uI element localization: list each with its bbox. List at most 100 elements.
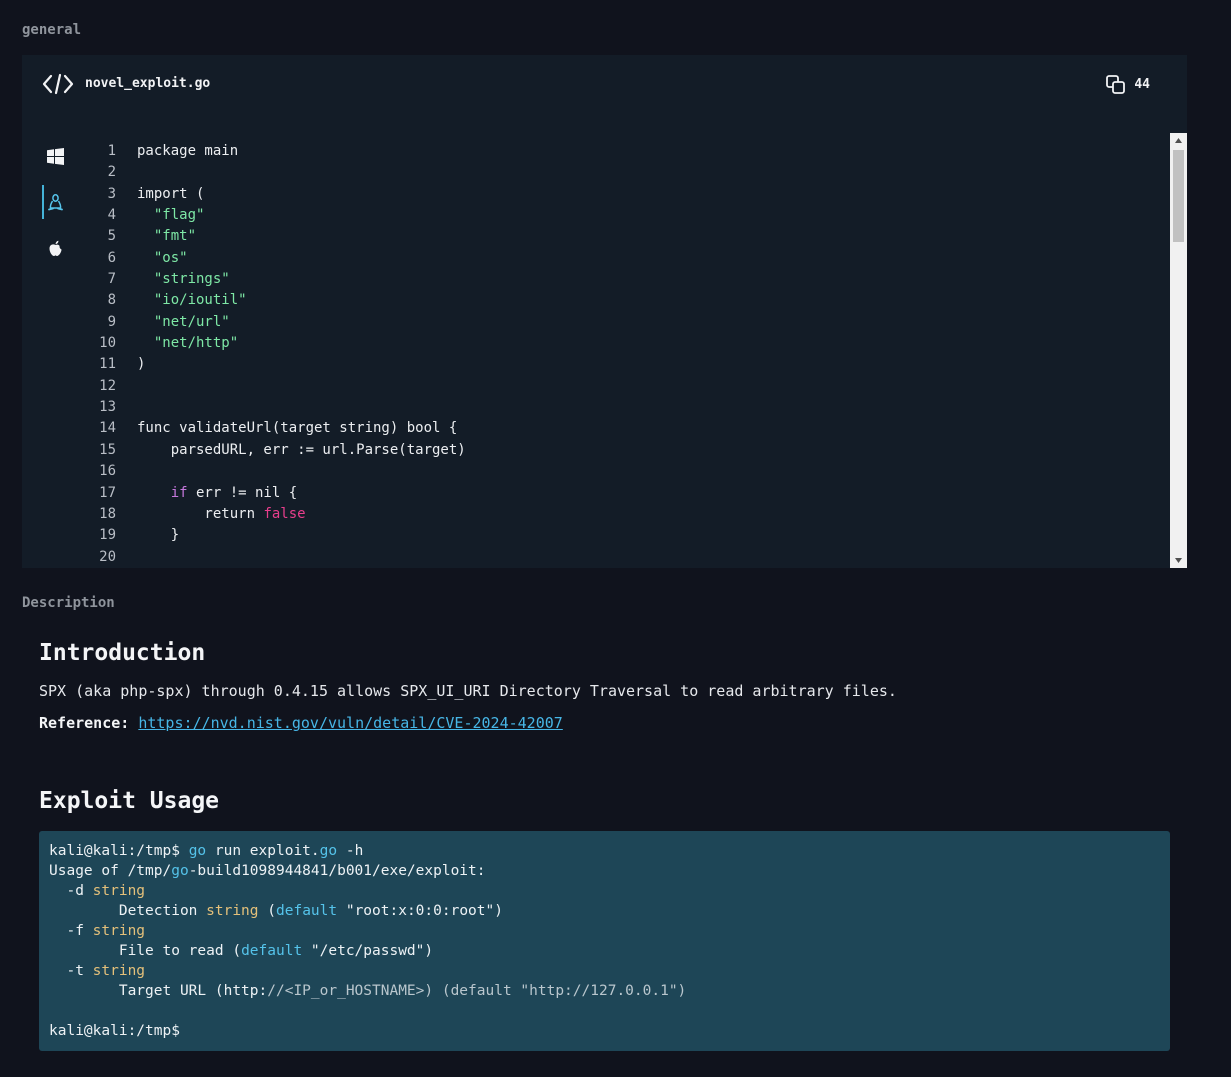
code-line: 19 } xyxy=(92,525,1167,546)
section-label-description: Description xyxy=(22,595,115,611)
code-text: package main xyxy=(137,141,238,162)
code-viewer[interactable]: 1 package main 2 3 import (4 "flag" 5 "fmt" 6 … xyxy=(92,141,1167,568)
terminal-token: -f xyxy=(49,923,93,939)
code-token: "fmt" xyxy=(153,228,197,245)
code-text: ) xyxy=(137,354,145,375)
code-token: func validateUrl(target string) bool { xyxy=(137,420,458,437)
code-line: 15 parsedURL, err := url.Parse(target) xyxy=(92,440,1167,461)
tab-linux[interactable] xyxy=(40,179,70,225)
terminal-output: kali@kali:/tmp$ go run exploit.go -h Usag… xyxy=(49,841,686,1041)
scroll-up-arrow-icon[interactable] xyxy=(1170,133,1187,148)
code-token: return xyxy=(137,505,264,522)
terminal-token: Target URL (http: xyxy=(49,983,268,999)
code-token: "flag" xyxy=(153,207,205,224)
code-line: 17 if err != nil { xyxy=(92,483,1167,504)
terminal-line: kali@kali:/tmp$ xyxy=(49,1021,686,1041)
introduction-text: SPX (aka php-spx) through 0.4.15 allows … xyxy=(39,682,897,700)
terminal-token: go xyxy=(171,863,189,879)
code-line: 4 "flag" xyxy=(92,205,1167,226)
line-number: 13 xyxy=(99,399,116,416)
line-number: 18 xyxy=(99,505,116,522)
os-tabs xyxy=(40,133,70,271)
code-token: } xyxy=(137,527,180,544)
line-number: 3 xyxy=(107,185,116,202)
line-number: 14 xyxy=(99,420,116,437)
code-token: if xyxy=(170,484,188,501)
terminal-token: File to read ( xyxy=(49,943,242,959)
code-text: func validateUrl(target string) bool { xyxy=(137,418,457,439)
code-card: novel_exploit.go 44 1 package main 2 3 i… xyxy=(22,55,1187,568)
line-number: 8 xyxy=(107,292,116,309)
tab-windows[interactable] xyxy=(40,133,70,179)
reference-line: Reference: https://nvd.nist.gov/vuln/det… xyxy=(39,714,1170,732)
code-line: 3 import ( xyxy=(92,184,1167,205)
terminal-token: Usage of /tmp/ xyxy=(49,863,172,879)
copy-count: 44 xyxy=(1134,77,1150,92)
exploit-usage-heading: Exploit Usage xyxy=(39,788,220,814)
code-line: 8 "io/ioutil" xyxy=(92,290,1167,311)
code-line: 16 xyxy=(92,461,1167,482)
terminal-token: -h xyxy=(337,843,364,859)
line-number: 2 xyxy=(107,164,116,181)
terminal-token: default xyxy=(241,943,303,959)
terminal-token: kali@kali:/tmp$ xyxy=(49,1023,180,1039)
terminal-token: -build1098944841/b001/exe/exploit: xyxy=(188,863,486,879)
code-line: 10 "net/http" xyxy=(92,333,1167,354)
scroll-down-arrow-icon[interactable] xyxy=(1170,553,1187,568)
code-line: 6 "os" xyxy=(92,248,1167,269)
terminal-token: run exploit. xyxy=(206,843,320,859)
tab-apple[interactable] xyxy=(40,225,70,271)
code-card-header: novel_exploit.go 44 xyxy=(22,55,1187,115)
code-text: if err != nil { xyxy=(137,483,297,504)
terminal-line: -f string xyxy=(49,921,686,941)
terminal-token: -t xyxy=(49,963,93,979)
terminal-line: File to read (default "/etc/passwd") xyxy=(49,941,686,961)
code-line: 5 "fmt" xyxy=(92,226,1167,247)
terminal-token: Detection xyxy=(49,903,207,919)
code-text: "flag" xyxy=(137,205,205,226)
reference-link[interactable]: https://nvd.nist.gov/vuln/detail/CVE-202… xyxy=(138,714,562,732)
terminal-token: go xyxy=(319,843,338,859)
terminal-token: string xyxy=(92,883,146,899)
section-label-general: general xyxy=(22,22,82,38)
line-number: 12 xyxy=(99,377,116,394)
linux-icon xyxy=(47,193,63,210)
terminal-line: Detection string (default "root:x:0:0:ro… xyxy=(49,901,686,921)
code-token: parsedURL, err := url.Parse(target) xyxy=(137,441,466,458)
code-token: import ( xyxy=(137,185,205,202)
scroll-thumb[interactable] xyxy=(1173,150,1184,242)
code-text: "io/ioutil" xyxy=(137,290,247,311)
line-number: 7 xyxy=(107,271,116,288)
terminal-line: -t string xyxy=(49,961,686,981)
line-number: 15 xyxy=(99,441,116,458)
terminal-token: kali@kali:/tmp$ xyxy=(49,843,189,859)
terminal-token: -d xyxy=(49,883,93,899)
apple-icon xyxy=(49,240,61,256)
line-number: 16 xyxy=(99,463,116,480)
code-line: 14 func validateUrl(target string) bool { xyxy=(92,418,1167,439)
code-text: "strings" xyxy=(137,269,230,290)
line-number: 19 xyxy=(99,527,116,544)
code-line: 13 xyxy=(92,397,1167,418)
code-text: import ( xyxy=(137,184,204,205)
windows-icon xyxy=(46,147,64,165)
code-line: 20 xyxy=(92,547,1167,568)
terminal-block: kali@kali:/tmp$ go run exploit.go -h Usag… xyxy=(39,831,1170,1051)
code-token: "net/url" xyxy=(153,313,230,330)
code-text: "fmt" xyxy=(137,226,196,247)
code-scrollbar[interactable] xyxy=(1170,133,1187,568)
code-text: "os" xyxy=(137,248,188,269)
terminal-token: ( xyxy=(258,903,276,919)
terminal-line: -d string xyxy=(49,881,686,901)
code-token: "io/ioutil" xyxy=(153,292,247,309)
copy-icon xyxy=(1106,75,1126,94)
line-number: 6 xyxy=(107,249,116,266)
copy-button[interactable]: 44 xyxy=(1106,75,1150,94)
